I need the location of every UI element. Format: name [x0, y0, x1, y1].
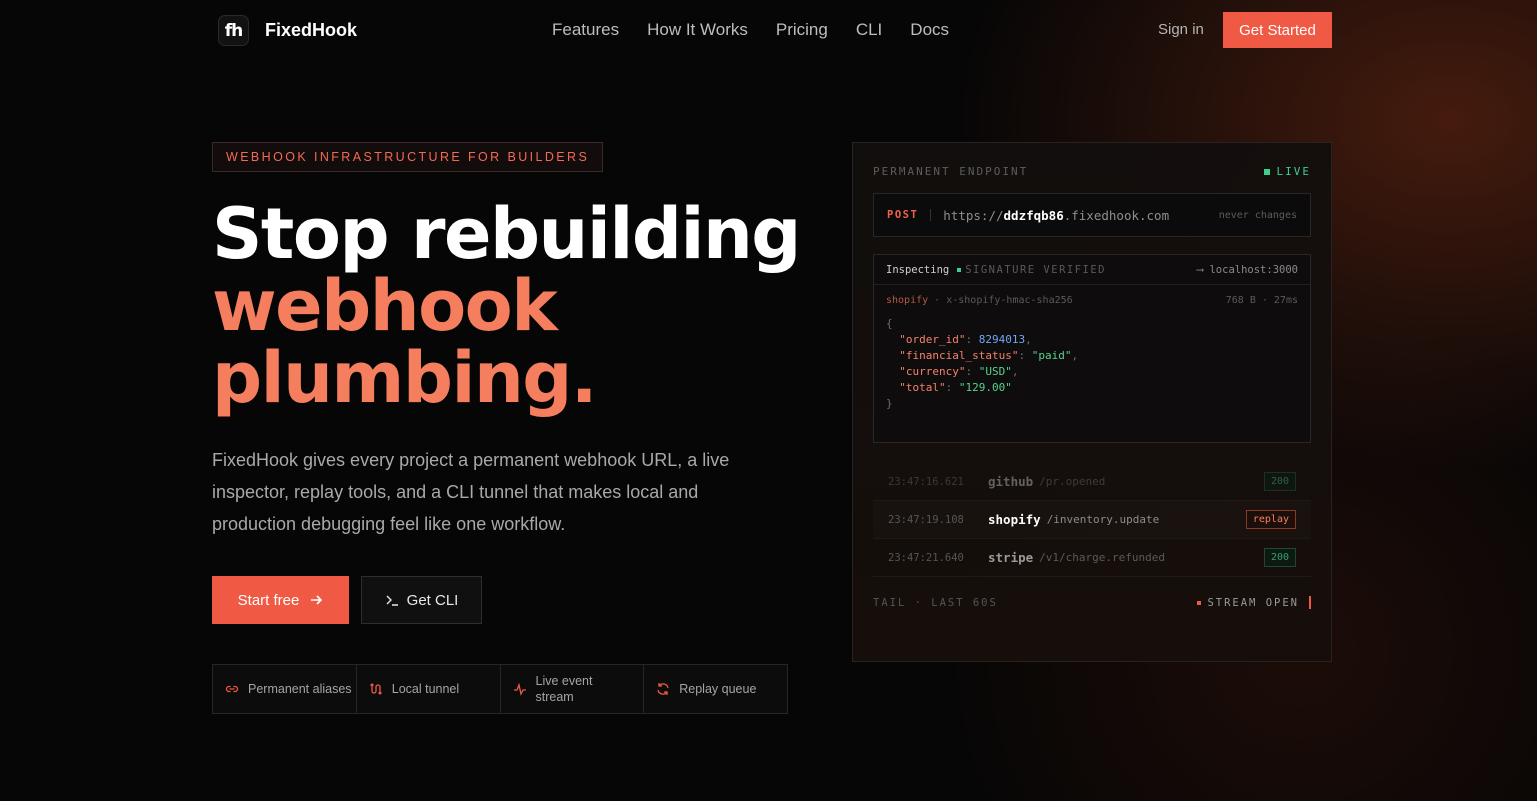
- brand-link[interactable]: fh FixedHook: [218, 15, 357, 46]
- json-value: "paid": [1031, 349, 1072, 362]
- logo-icon: fh: [218, 15, 249, 46]
- status-badge: 200: [1263, 472, 1296, 491]
- inspector-title: Inspecting: [886, 263, 950, 276]
- nav-link-how-it-works[interactable]: How It Works: [647, 20, 748, 40]
- event-row[interactable]: 23:47:19.108 shopify /inventory.update r…: [873, 501, 1311, 539]
- endpoint-url: https://ddzfqb86.fixedhook.com: [943, 208, 1169, 223]
- meta-header: x-shopify-hmac-sha256: [946, 295, 1073, 306]
- panel-label: PERMANENT ENDPOINT: [873, 165, 1029, 178]
- event-path: /pr.opened: [1039, 475, 1106, 488]
- start-free-button[interactable]: Start free: [212, 576, 349, 624]
- event-row[interactable]: 23:47:16.621 github /pr.opened 200: [873, 463, 1311, 501]
- url-id: ddzfqb86: [1003, 207, 1064, 223]
- live-indicator: LIVE: [1263, 165, 1312, 178]
- stream-dot-icon: [1197, 600, 1202, 605]
- stream-footer: TAIL · LAST 60S STREAM OPEN: [873, 596, 1311, 609]
- hero-title-line-2: webhook: [212, 265, 558, 347]
- forward-target: ⟶ localhost:3000: [1196, 263, 1298, 276]
- get-started-button[interactable]: Get Started: [1223, 12, 1332, 48]
- event-source: github: [988, 474, 1034, 489]
- get-cli-label: Get CLI: [406, 591, 459, 609]
- feature-strip: Permanent aliases Local tunnel Live even…: [212, 664, 788, 714]
- hero-badge: WEBHOOK INFRASTRUCTURE FOR BUILDERS: [212, 142, 604, 172]
- hero-title-line-3: plumbing.: [212, 337, 598, 419]
- hero-title: Stop rebuilding webhook plumbing.: [212, 193, 801, 419]
- feature-permanent-aliases: Permanent aliases: [213, 665, 357, 713]
- json-value: "USD": [978, 365, 1012, 378]
- tail-label: TAIL · LAST 60S: [873, 596, 998, 609]
- panel-header: PERMANENT ENDPOINT LIVE: [873, 165, 1311, 178]
- inspector-box: Inspecting SIGNATURE VERIFIED ⟶ localhos…: [873, 254, 1311, 443]
- status-badge: 200: [1263, 548, 1296, 567]
- link-icon: [225, 685, 239, 693]
- verified-label: SIGNATURE VERIFIED: [965, 263, 1107, 276]
- event-time: 23:47:21.640: [888, 551, 964, 564]
- terminal-icon: [386, 595, 398, 606]
- json-value: "129.00": [958, 381, 1012, 394]
- event-time: 23:47:16.621: [888, 475, 964, 488]
- top-navbar: fh FixedHook Features How It Works Prici…: [0, 0, 1537, 60]
- event-source: shopify: [988, 512, 1041, 527]
- stream-status-label: STREAM OPEN: [1207, 596, 1299, 609]
- feature-label: Live event stream: [535, 674, 593, 704]
- pulse-icon: [513, 682, 526, 696]
- feature-live-event-stream: Live event stream: [501, 665, 645, 713]
- event-row[interactable]: 23:47:21.640 stripe /v1/charge.refunded …: [873, 539, 1311, 577]
- meta-separator: ·: [928, 295, 947, 306]
- json-payload: { "order_id": 8294013, "financial_status…: [886, 317, 1079, 410]
- event-source: stripe: [988, 550, 1034, 565]
- nav-link-pricing[interactable]: Pricing: [776, 20, 828, 40]
- event-list: 23:47:16.621 github /pr.opened 200 23:47…: [873, 463, 1311, 577]
- live-label: LIVE: [1276, 165, 1311, 178]
- url-note: never changes: [1218, 209, 1297, 221]
- replay-button[interactable]: replay: [1245, 510, 1296, 529]
- feature-label: Local tunnel: [391, 682, 460, 696]
- stream-status: STREAM OPEN: [1197, 596, 1311, 609]
- verified-dot-icon: [957, 267, 962, 272]
- sign-in-link[interactable]: Sign in: [1158, 21, 1204, 38]
- json-key: "financial_status": [899, 349, 1019, 362]
- feature-label: Permanent aliases: [248, 682, 352, 696]
- nav-link-docs[interactable]: Docs: [910, 20, 949, 40]
- cursor-icon: [1309, 596, 1311, 609]
- json-value: 8294013: [978, 333, 1026, 346]
- refresh-icon: [657, 683, 669, 695]
- meta-size-latency: 768 B · 27ms: [1225, 295, 1298, 306]
- arrow-right-icon: [311, 595, 323, 605]
- brand-name: FixedHook: [265, 20, 358, 40]
- event-time: 23:47:19.108: [888, 513, 964, 526]
- json-key: "currency": [899, 365, 966, 378]
- hero-subtitle: FixedHook gives every project a permanen…: [212, 450, 730, 534]
- http-method: POST: [887, 209, 932, 221]
- hero-title-line-1: Stop rebuilding: [212, 193, 801, 275]
- event-path: /v1/charge.refunded: [1039, 551, 1165, 564]
- url-prefix: https://: [943, 207, 1004, 223]
- meta-source: shopify: [886, 295, 929, 306]
- feature-label: Replay queue: [679, 682, 757, 696]
- inspector-header: Inspecting SIGNATURE VERIFIED ⟶ localhos…: [874, 255, 1310, 285]
- tunnel-icon: [369, 683, 382, 695]
- endpoint-panel: PERMANENT ENDPOINT LIVE POST https://ddz…: [852, 142, 1332, 662]
- get-cli-button[interactable]: Get CLI: [361, 576, 482, 624]
- json-key: "order_id": [899, 333, 966, 346]
- nav-link-features[interactable]: Features: [552, 20, 619, 40]
- nav-links: Features How It Works Pricing CLI Docs: [552, 20, 949, 40]
- feature-replay-queue: Replay queue: [644, 665, 787, 713]
- url-suffix: .fixedhook.com: [1063, 207, 1170, 223]
- live-dot-icon: [1263, 168, 1270, 175]
- start-free-label: Start free: [237, 591, 300, 609]
- event-path: /inventory.update: [1046, 513, 1160, 526]
- signature-verified: SIGNATURE VERIFIED: [957, 264, 1106, 276]
- json-key: "total": [899, 381, 946, 394]
- endpoint-url-box[interactable]: POST https://ddzfqb86.fixedhook.com neve…: [873, 193, 1311, 237]
- nav-link-cli[interactable]: CLI: [856, 20, 882, 40]
- feature-local-tunnel: Local tunnel: [357, 665, 501, 713]
- request-meta: shopify · x-shopify-hmac-sha256 768 B · …: [874, 285, 1310, 306]
